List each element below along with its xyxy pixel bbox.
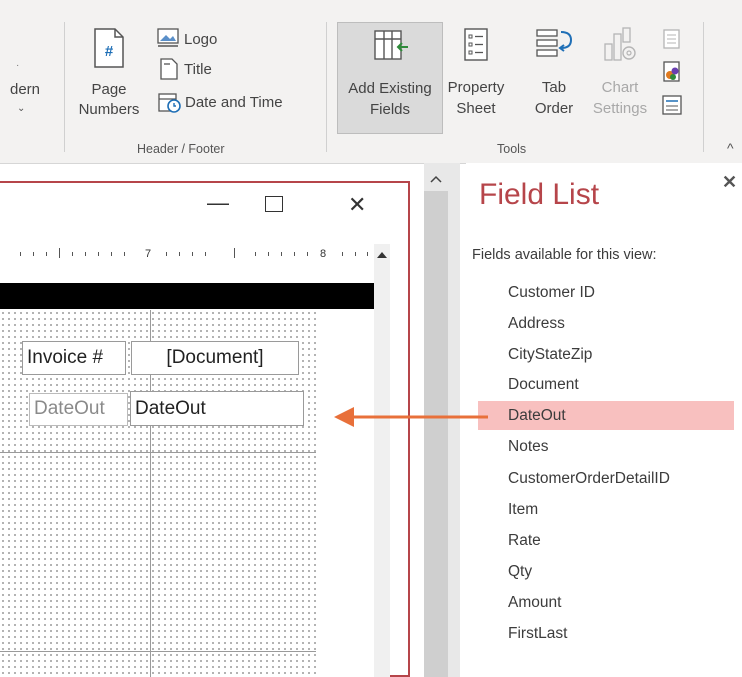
page-numbers-label-2: Numbers — [78, 101, 140, 118]
tab-order-label-2: Order — [534, 100, 574, 117]
add-existing-label-2: Fields — [369, 101, 410, 118]
logo-button[interactable]: Logo — [157, 26, 247, 52]
field-item[interactable]: FirstLast — [508, 619, 567, 649]
ribbon: dern · ⌄ # Page Numbers Logo Title Date … — [0, 0, 742, 164]
property-sheet-button[interactable]: Property Sheet — [446, 22, 506, 132]
field-list-title: Field List — [479, 178, 600, 211]
field-item[interactable]: Item — [508, 495, 538, 525]
field-item[interactable]: Address — [508, 309, 565, 339]
chevron-down-icon: ⌄ — [17, 103, 26, 114]
title-icon — [160, 58, 178, 80]
logo-icon — [157, 28, 179, 47]
page-numbers-icon: # — [94, 28, 124, 68]
dateout-label[interactable]: DateOut — [29, 393, 128, 426]
field-item[interactable]: CustomerOrderDetailID — [508, 464, 670, 494]
form-empty-area — [316, 310, 374, 677]
add-existing-fields-button[interactable]: Add Existing Fields — [337, 22, 443, 134]
field-item[interactable]: Amount — [508, 588, 561, 618]
title-button[interactable]: Title — [160, 58, 250, 84]
drag-arrow-icon — [334, 407, 488, 427]
property-sheet-label-1: Property — [447, 79, 505, 96]
logo-label: Logo — [184, 31, 218, 48]
dropdown-dot-icon: · — [16, 60, 20, 71]
tab-order-button[interactable]: Tab Order — [527, 22, 581, 132]
date-time-button[interactable]: Date and Time — [158, 90, 308, 116]
maximize-button[interactable] — [265, 196, 283, 212]
invoice-label[interactable]: Invoice # — [22, 341, 126, 375]
svg-text:#: # — [105, 43, 114, 60]
add-fields-icon — [374, 30, 408, 60]
subform-icon[interactable] — [661, 94, 683, 116]
convert-macros-icon[interactable] — [661, 60, 683, 84]
scroll-up-icon — [377, 252, 387, 258]
chart-settings-label-2: Settings — [592, 100, 648, 117]
property-sheet-icon — [464, 28, 488, 61]
page-numbers-button[interactable]: # Page Numbers — [77, 26, 141, 130]
collapse-ribbon-icon[interactable]: ^ — [727, 140, 734, 156]
close-pane-button[interactable]: ✕ — [722, 172, 737, 193]
close-window-button[interactable]: ✕ — [348, 192, 366, 218]
field-list-subtitle: Fields available for this view: — [472, 247, 657, 263]
field-item[interactable]: Document — [508, 370, 579, 400]
dateout-field[interactable]: DateOut — [130, 391, 304, 426]
view-code-icon[interactable] — [661, 28, 683, 50]
field-item[interactable]: Rate — [508, 526, 541, 556]
field-item[interactable]: CityStateZip — [508, 340, 592, 370]
group-separator — [64, 22, 65, 152]
title-label: Title — [184, 61, 212, 78]
field-item-selected[interactable]: DateOut — [508, 401, 566, 431]
ruler-number-7: 7 — [145, 248, 152, 260]
form-vertical-scrollbar[interactable]: ▲ — [374, 246, 390, 677]
document-field[interactable]: [Document] — [131, 341, 299, 375]
chart-settings-button[interactable]: Chart Settings — [585, 22, 655, 132]
field-item[interactable]: Qty — [508, 557, 532, 587]
group-separator — [703, 22, 704, 152]
scroll-up-button[interactable] — [374, 244, 390, 266]
horizontal-ruler: 7 8 — [0, 244, 374, 266]
group-separator — [326, 22, 327, 152]
property-sheet-label-2: Sheet — [456, 100, 496, 117]
header-footer-group-label: Header / Footer — [137, 142, 225, 156]
chart-settings-label-1: Chart — [601, 79, 639, 96]
calendar-clock-icon — [158, 93, 181, 113]
detail-section-bar[interactable] — [0, 283, 390, 309]
scroll-up-chevron-icon[interactable] — [428, 173, 444, 185]
date-time-label: Date and Time — [185, 94, 283, 111]
chart-settings-icon — [604, 27, 636, 61]
minimize-button[interactable]: — — [207, 190, 229, 216]
field-item[interactable]: Notes — [508, 432, 549, 462]
modern-charts-button-partial[interactable]: dern — [10, 80, 40, 99]
tab-order-label-1: Tab — [541, 79, 567, 96]
ruler-number-8: 8 — [320, 248, 327, 260]
page-numbers-label-1: Page — [91, 81, 127, 98]
tab-order-icon — [536, 29, 573, 57]
field-item[interactable]: Customer ID — [508, 278, 595, 308]
add-existing-label-1: Add Existing — [348, 80, 432, 97]
scroll-thumb[interactable] — [424, 191, 448, 677]
tools-group-label: Tools — [497, 142, 527, 156]
